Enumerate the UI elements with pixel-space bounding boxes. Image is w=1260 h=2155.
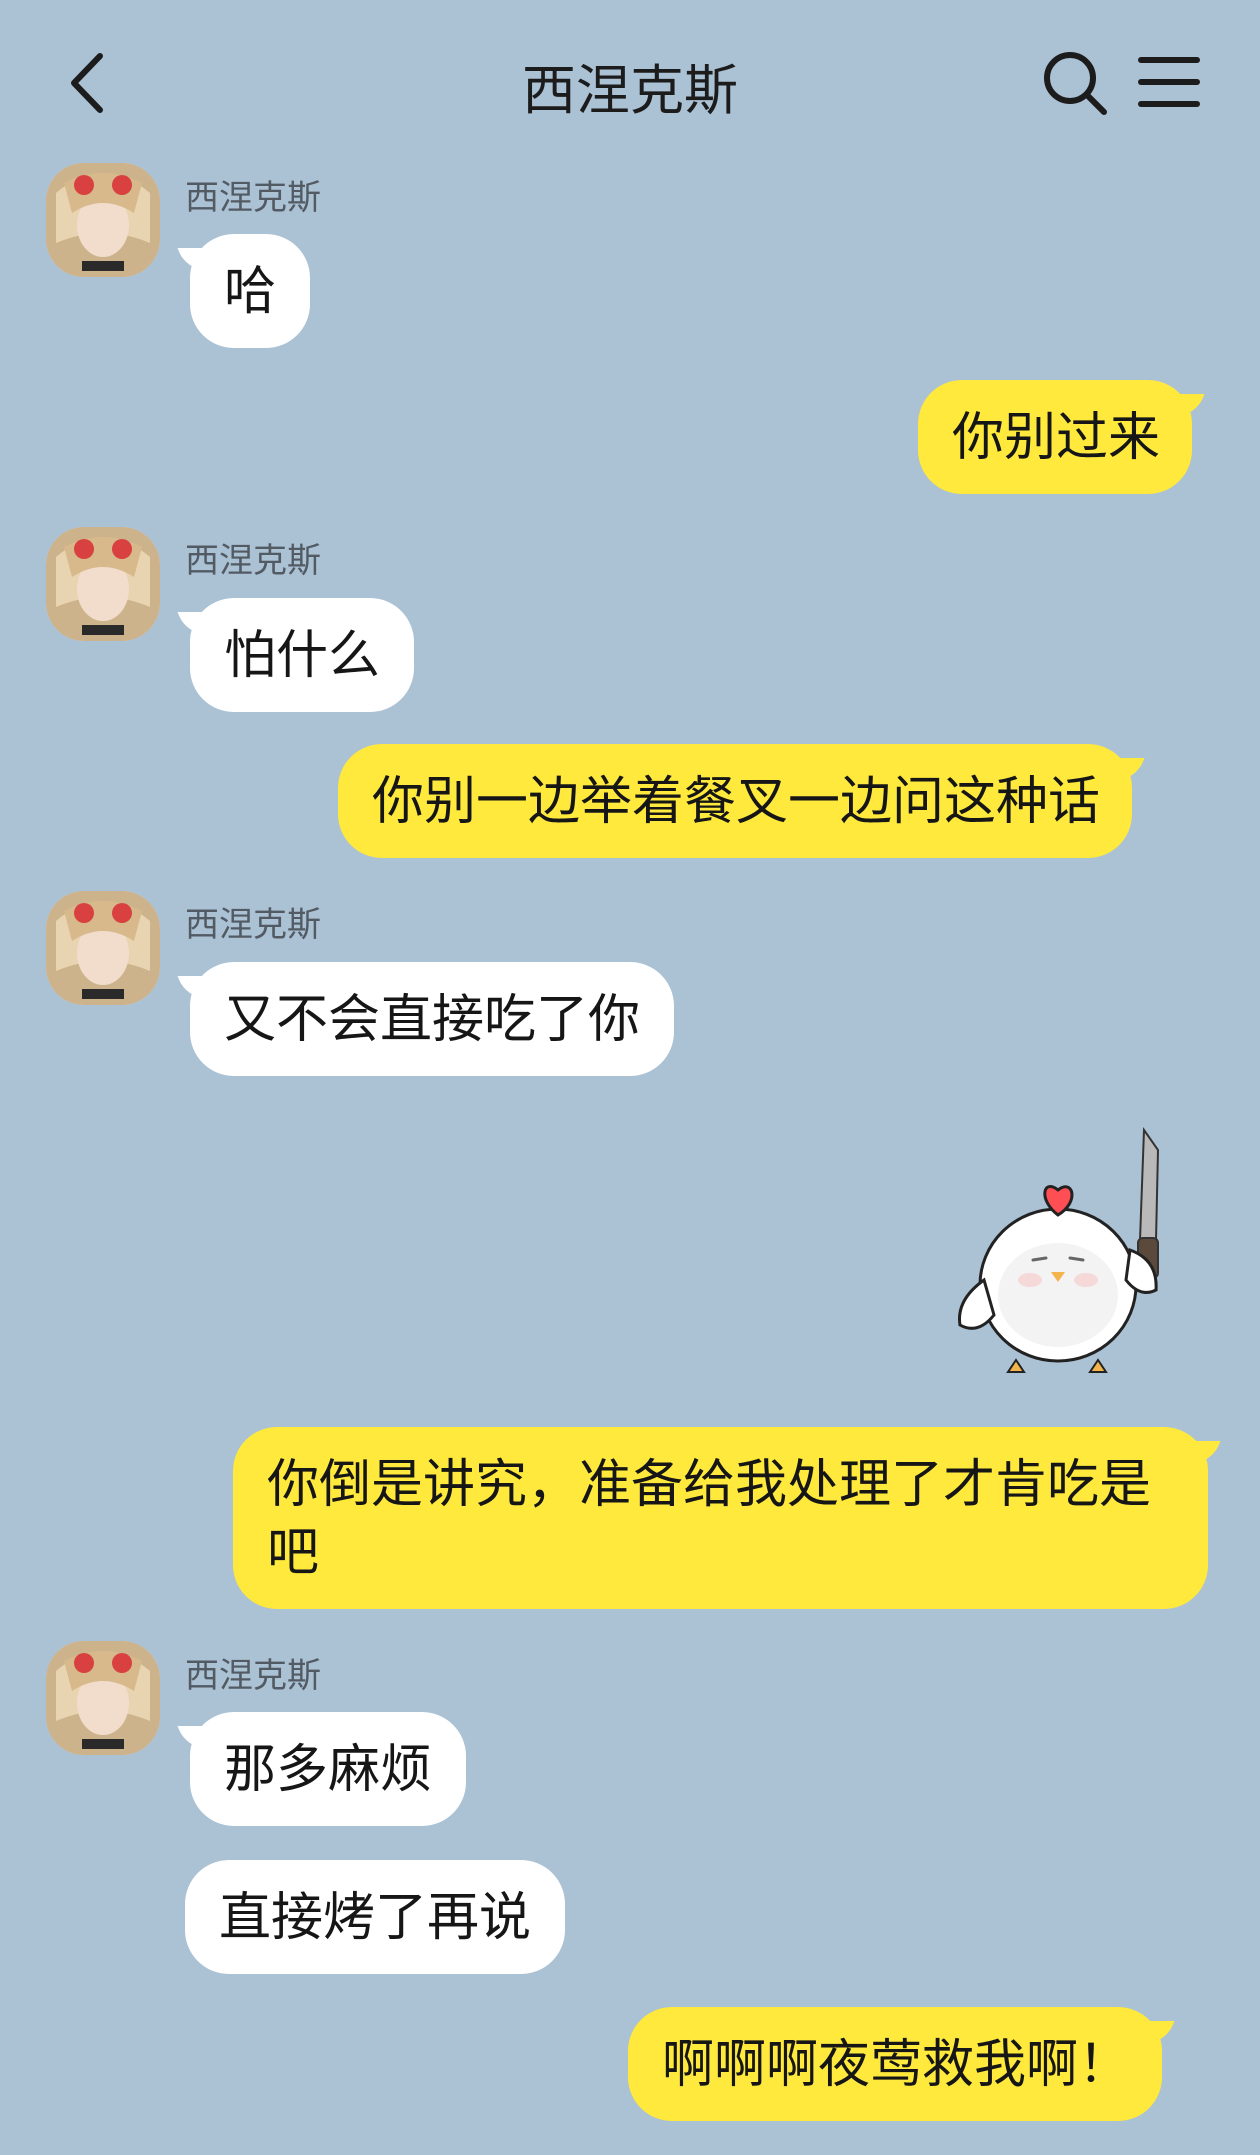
message-bubble-outgoing[interactable]: 你倒是讲究，准备给我处理了才肯吃是吧: [233, 1427, 1208, 1609]
message-bubble-incoming[interactable]: 直接烤了再说: [185, 1860, 566, 1974]
message-bubble-outgoing[interactable]: 你别过来: [918, 380, 1193, 494]
chick-with-knife-sticker[interactable]: [948, 1120, 1178, 1390]
avatar-image: [46, 163, 160, 277]
sender-name: 西涅克斯: [185, 1656, 321, 1696]
chat-header: 西涅克斯: [0, 0, 1260, 160]
avatar-image: [46, 527, 160, 641]
message-bubble-outgoing[interactable]: 啊啊啊夜莺救我啊！: [628, 2007, 1163, 2121]
menu-button[interactable]: [1135, 52, 1205, 112]
sender-name: 西涅克斯: [185, 178, 321, 218]
sender-name: 西涅克斯: [185, 541, 321, 581]
avatar[interactable]: [46, 163, 160, 277]
message-bubble-outgoing[interactable]: 你别一边举着餐叉一边问这种话: [338, 744, 1133, 858]
avatar-image: [46, 891, 160, 1005]
menu-icon: [1138, 57, 1200, 107]
message-bubble-incoming[interactable]: 哈: [190, 234, 311, 348]
sender-name: 西涅克斯: [185, 905, 321, 945]
message-bubble-incoming[interactable]: 怕什么: [190, 598, 415, 712]
chick-sticker-image: [958, 1126, 1160, 1373]
search-button[interactable]: [1040, 48, 1110, 118]
avatar[interactable]: [46, 1641, 160, 1755]
message-bubble-incoming[interactable]: 又不会直接吃了你: [190, 962, 675, 1076]
avatar-image: [46, 1641, 160, 1755]
search-icon: [1044, 52, 1107, 115]
avatar[interactable]: [46, 527, 160, 641]
avatar[interactable]: [46, 891, 160, 1005]
message-bubble-incoming[interactable]: 那多麻烦: [190, 1712, 467, 1826]
